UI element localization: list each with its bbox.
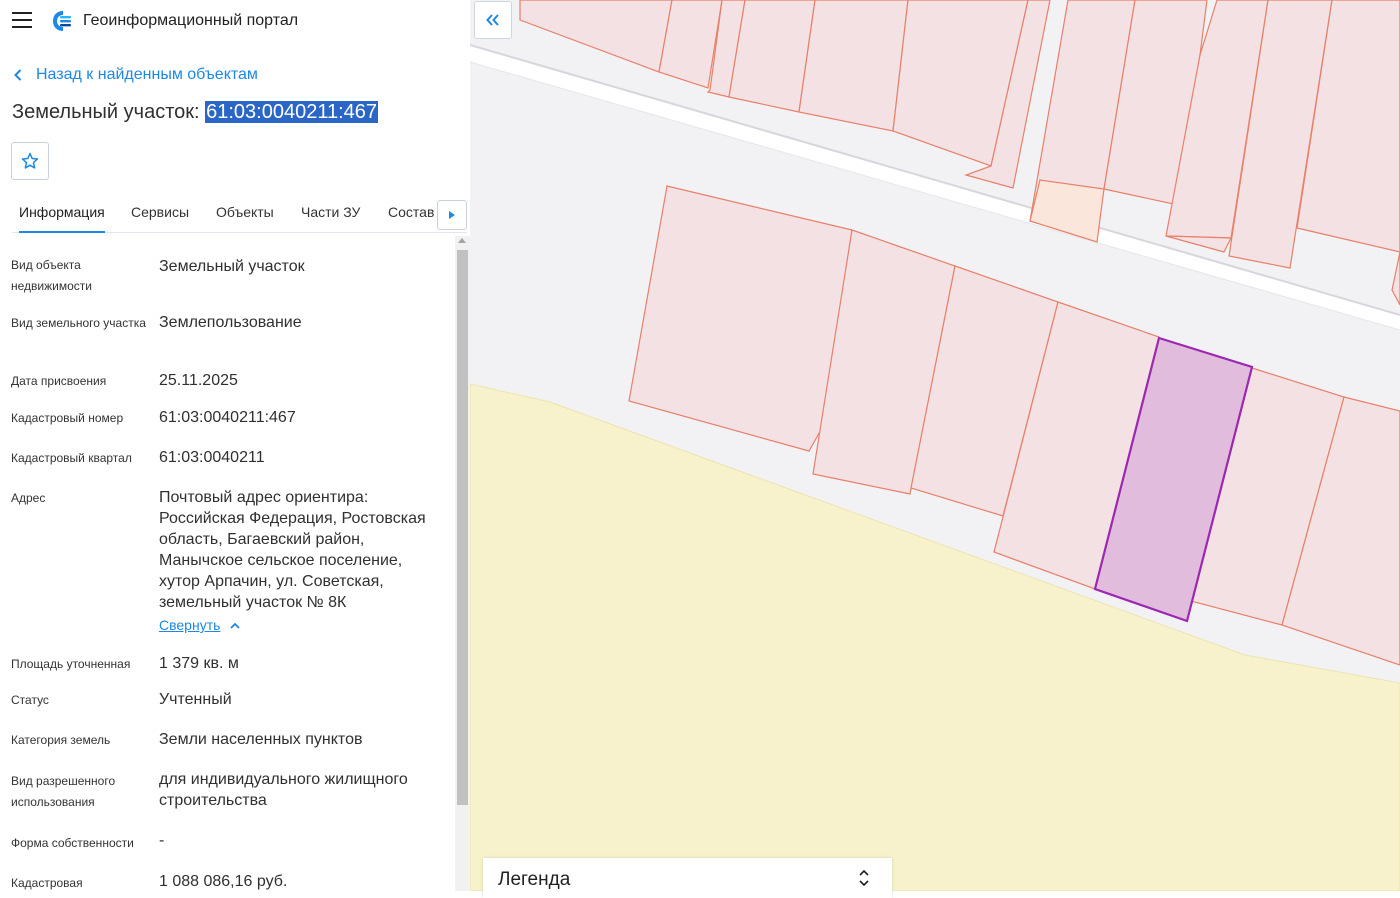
- app-title: Геоинформационный портал: [83, 12, 299, 29]
- map-parcel: [1029, 179, 1105, 243]
- info-label: Площадь уточненная: [11, 657, 131, 671]
- cadastral-number-title[interactable]: 61:03:0040211:467: [205, 101, 379, 123]
- info-value: 1 379 кв. м: [159, 655, 239, 672]
- app-header: Геоинформационный портал: [0, 0, 470, 42]
- tab-bar: Информация Сервисы Объекты Части ЗУ Сост…: [12, 196, 467, 233]
- map-view[interactable]: [470, 0, 1400, 891]
- triangle-right-icon: [449, 211, 455, 219]
- info-value: 61:03:0040211:467: [159, 409, 296, 426]
- chevrons-up-down-icon[interactable]: [859, 869, 869, 887]
- tab-parcel-parts[interactable]: Части ЗУ: [301, 196, 360, 231]
- collapse-panel-button[interactable]: [474, 1, 512, 39]
- back-to-results-link[interactable]: Назад к найденным объектам: [14, 64, 258, 86]
- info-label: Статус: [11, 693, 49, 707]
- scroll-up-arrow-icon[interactable]: [458, 238, 466, 243]
- legend-panel[interactable]: Легенда: [483, 858, 892, 898]
- collapse-address-link[interactable]: Свернуть: [159, 617, 241, 633]
- collapse-label: Свернуть: [159, 617, 221, 633]
- double-chevron-left-icon: [486, 14, 499, 26]
- chevron-up-icon: [230, 622, 241, 629]
- info-value: Земли населенных пунктов: [159, 731, 363, 748]
- object-type-title: Земельный участок:: [12, 101, 200, 123]
- map-parcel: [1391, 251, 1400, 306]
- tab-objects[interactable]: Объекты: [216, 196, 274, 231]
- chevron-left-icon: [14, 69, 22, 81]
- tabs-scroll-right-button[interactable]: [437, 200, 467, 230]
- info-label: Категория земель: [11, 733, 111, 747]
- back-link-label: Назад к найденным объектам: [36, 66, 258, 83]
- info-label: Вид объекта недвижимости: [11, 258, 92, 293]
- info-label: Форма собственности: [11, 836, 134, 850]
- favorite-button[interactable]: [11, 142, 49, 180]
- info-label: Кадастровый квартал: [11, 451, 132, 465]
- scrollbar-thumb[interactable]: [457, 250, 468, 805]
- legend-label: Легенда: [498, 869, 571, 890]
- info-label: Вид земельного участка: [11, 316, 146, 330]
- side-panel: Геоинформационный портал Назад к найденн…: [0, 0, 470, 891]
- map-parcel: [798, 0, 909, 132]
- tab-services[interactable]: Сервисы: [131, 196, 189, 231]
- info-value: для индивидуального жилищного строительс…: [159, 771, 408, 809]
- map-canvas[interactable]: [470, 0, 1400, 891]
- info-value: Учтенный: [159, 691, 232, 708]
- info-value: 25.11.2025: [159, 372, 238, 389]
- info-label: Адрес: [11, 491, 46, 505]
- info-label: Кадастровый номер: [11, 411, 124, 425]
- info-value: -: [159, 832, 165, 849]
- portal-logo-icon: [53, 11, 71, 31]
- info-label: Дата присвоения: [11, 374, 107, 388]
- map-parcel: [519, 0, 673, 73]
- info-label: Вид разрешенного использования: [11, 774, 116, 809]
- map-parcel: [628, 185, 853, 452]
- star-outline-icon: [21, 152, 39, 169]
- info-label: Кадастровая: [11, 876, 83, 890]
- info-value: 61:03:0040211: [159, 449, 265, 466]
- page-title: Земельный участок: 61:03:0040211:467: [12, 101, 379, 124]
- info-value: Земельный участок: [159, 258, 305, 275]
- address-value: Почтовый адрес ориентира: Российская Фед…: [159, 489, 426, 611]
- menu-icon[interactable]: [12, 12, 32, 28]
- tab-info[interactable]: Информация: [19, 196, 105, 233]
- info-value: 1 088 086,16 руб.: [159, 873, 288, 890]
- info-value: Землепользование: [159, 314, 302, 331]
- tab-composition[interactable]: Состав: [388, 196, 434, 231]
- info-table: Вид объекта недвижимости Земельный участ…: [0, 240, 455, 891]
